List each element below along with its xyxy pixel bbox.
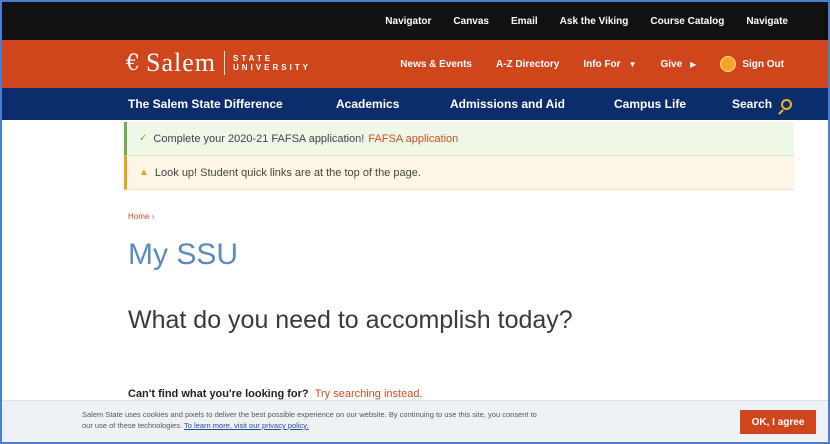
sign-out-label: Sign Out [742,58,784,70]
main-nav: The Salem State Difference Academics Adm… [2,88,828,120]
utility-link-navigate[interactable]: Navigate [746,16,788,27]
utility-link-canvas[interactable]: Canvas [453,16,489,27]
utility-nav: Navigator Canvas Email Ask the Viking Co… [2,2,828,40]
utility-link-course-catalog[interactable]: Course Catalog [650,16,724,27]
cookie-accept-button[interactable]: OK, I agree [740,410,816,434]
news-events-link[interactable]: News & Events [400,59,472,70]
brand-bar: € Salem STATE UNIVERSITY News & Events A… [2,40,828,88]
quick-links-alert-text: Look up! Student quick links are at the … [154,166,421,179]
utility-link-ask-the-viking[interactable]: Ask the Viking [560,16,629,27]
nav-salem-state-difference[interactable]: The Salem State Difference [128,97,283,111]
cookie-banner: Salem State uses cookies and pixels to d… [2,400,828,442]
brand-links: News & Events A-Z Directory Info For ▼ G… [376,40,784,88]
fafsa-alert-text: Complete your 2020-21 FAFSA application! [153,132,365,145]
caret-down-icon: ▼ [628,59,637,69]
salem-state-logo[interactable]: € Salem STATE UNIVERSITY [126,48,311,78]
try-searching-link[interactable]: Try searching instead. [315,388,423,400]
nav-admissions-aid[interactable]: Admissions and Aid [450,97,565,111]
nav-search[interactable]: Search [732,97,793,111]
sign-out-link[interactable]: Sign Out [720,56,784,72]
caret-right-icon: ▶ [690,59,697,69]
info-for-menu[interactable]: Info For ▼ [583,59,636,70]
privacy-policy-link[interactable]: To learn more, visit our privacy policy. [184,421,309,430]
logo-sub-bottom: UNIVERSITY [233,63,312,72]
warning-icon: ▲ [139,167,149,178]
cookie-message: Salem State uses cookies and pixels to d… [82,409,542,431]
user-avatar-icon [720,56,737,72]
fafsa-application-link[interactable]: FAFSA application [368,133,458,145]
nav-campus-life[interactable]: Campus Life [614,97,686,111]
page-title: My SSU [128,238,239,271]
utility-link-navigator[interactable]: Navigator [385,16,431,27]
logo-divider [224,51,225,75]
logo-sub-top: STATE [233,54,274,63]
logo-mark-icon: € [126,50,140,76]
fafsa-alert: ✓ Complete your 2020-21 FAFSA applicatio… [124,122,794,156]
logo-subtitle: STATE UNIVERSITY [233,54,311,72]
give-label: Give [660,58,683,70]
search-icon [781,99,793,110]
logo-wordmark: Salem [146,48,216,77]
nav-academics[interactable]: Academics [336,97,399,111]
page-subhead: What do you need to accomplish today? [128,306,573,334]
browser-frame: Navigator Canvas Email Ask the Viking Co… [0,0,830,444]
cookie-text: Salem State uses cookies and pixels to d… [82,410,537,430]
az-directory-link[interactable]: A-Z Directory [496,59,559,70]
utility-link-email[interactable]: Email [511,16,538,27]
check-icon: ✓ [139,133,148,144]
search-hint-label: Can't find what you're looking for? [128,388,309,400]
give-link[interactable]: Give ▶ [660,59,696,70]
nav-search-label: Search [732,97,773,111]
search-hint: Can't find what you're looking for? Try … [128,388,423,400]
breadcrumb[interactable]: Home › [128,212,154,221]
quick-links-alert: ▲ Look up! Student quick links are at th… [124,156,794,190]
info-for-label: Info For [583,58,621,70]
